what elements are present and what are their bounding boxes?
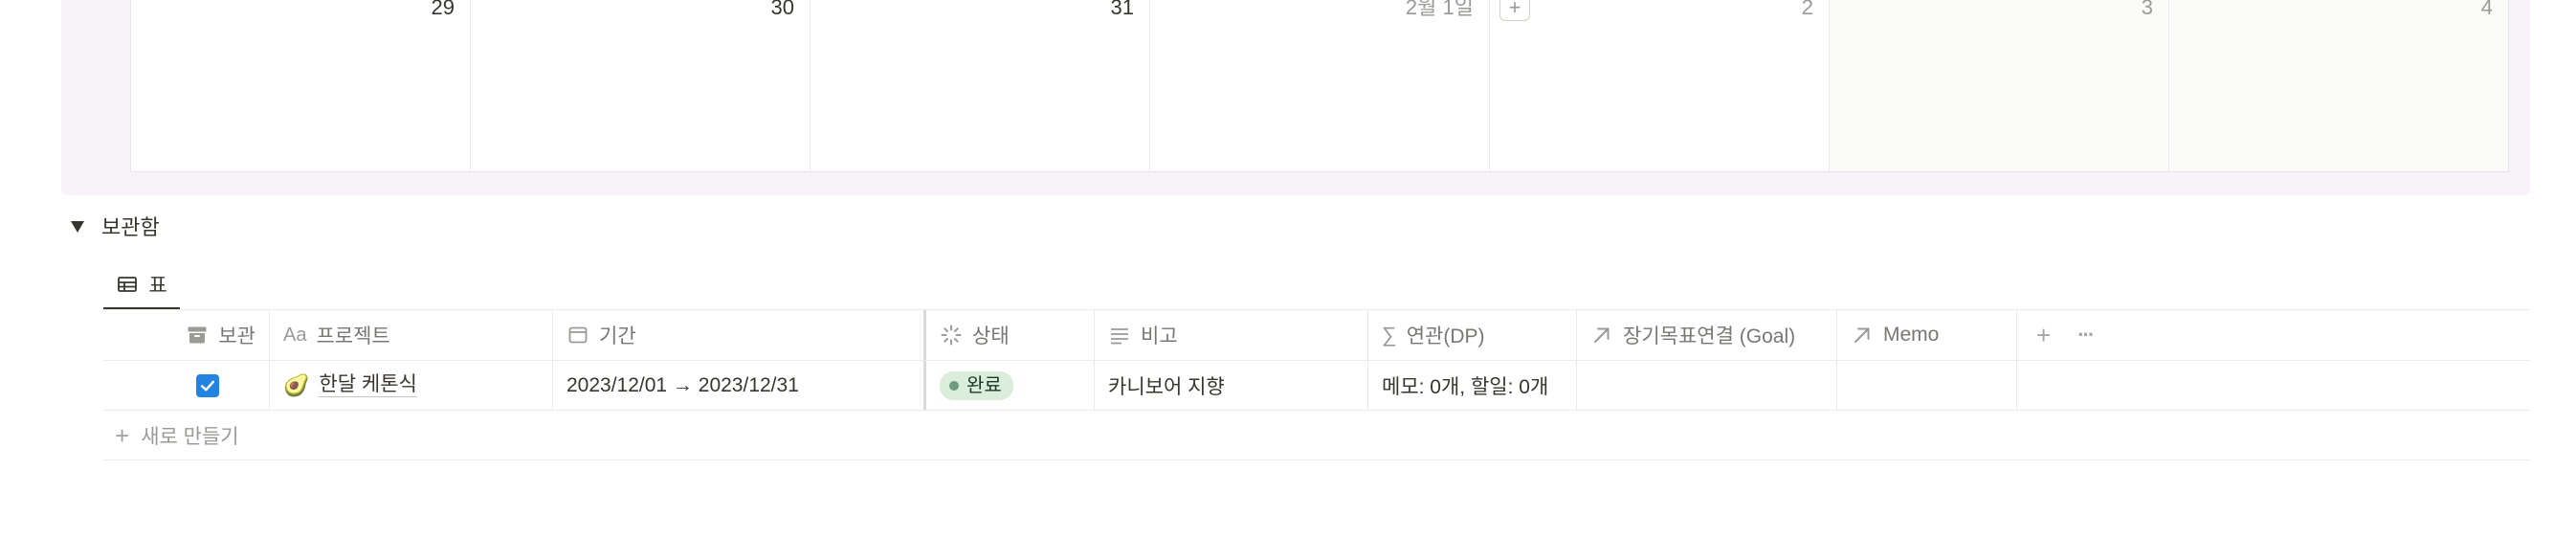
table-row[interactable]: 🥑 한달 케톤식 2023/12/01 → 2023/12/31 완료 카니보어… (103, 361, 2530, 411)
calendar-day-number: 4 (2480, 0, 2493, 19)
column-header-label: 비고 (1141, 325, 1178, 347)
column-header-label: 상태 (972, 325, 1010, 347)
calendar-day-feb-1[interactable]: 2월 1일 (1150, 0, 1490, 171)
cell-note[interactable]: 카니보어 지향 (1095, 361, 1368, 410)
related-value: 메모: 0개, 할일: 0개 (1382, 375, 1549, 398)
table-icon (116, 273, 139, 296)
calendar-add-event-button[interactable]: + (1499, 0, 1530, 21)
arrow-up-right-icon (1590, 324, 1613, 347)
calendar-day-feb-2[interactable]: + 2 (1490, 0, 1830, 171)
column-header-project[interactable]: Aa 프로젝트 (270, 310, 553, 360)
project-title[interactable]: 한달 케톤식 (319, 373, 417, 397)
column-header-label: Memo (1883, 324, 1940, 346)
column-header-label: 보관 (218, 325, 255, 347)
calendar-day-number: 2월 1일 (1405, 0, 1474, 19)
calendar-day-31[interactable]: 31 (811, 0, 1150, 171)
status-label: 완료 (966, 374, 1002, 396)
cell-empty (2017, 361, 2530, 410)
sigma-icon: ∑ (1382, 323, 1397, 347)
cell-archive[interactable] (103, 361, 270, 410)
column-header-label: 장기목표연결 (Goal) (1623, 325, 1796, 347)
cell-memo[interactable] (1837, 361, 2017, 410)
view-tab-table[interactable]: 표 (103, 260, 180, 310)
column-header-goal[interactable]: 장기목표연결 (Goal) (1577, 310, 1837, 360)
cell-status[interactable]: 완료 (926, 361, 1095, 410)
column-header-label: 연관(DP) (1406, 325, 1485, 347)
cell-project[interactable]: 🥑 한달 케톤식 (270, 361, 553, 410)
period-value: 2023/12/01 → 2023/12/31 (566, 373, 799, 396)
new-row-label: 새로 만들기 (141, 425, 239, 448)
column-header-period[interactable]: 기간 (553, 310, 926, 360)
calendar-day-29[interactable]: 29 (131, 0, 471, 171)
column-header-label: 프로젝트 (316, 325, 390, 347)
status-badge: 완료 (940, 370, 1013, 400)
cell-goal[interactable] (1577, 361, 1837, 410)
calendar-week-row: 29 30 31 2월 1일 + 2 3 4 (130, 0, 2509, 172)
column-header-note[interactable]: 비고 (1095, 310, 1368, 360)
status-dot-icon (949, 380, 959, 391)
archive-checkbox[interactable] (196, 373, 219, 397)
column-header-label: 기간 (599, 325, 636, 347)
avocado-emoji-icon: 🥑 (283, 372, 310, 397)
view-tab-label: 표 (148, 274, 167, 297)
calendar-day-number: 31 (1110, 0, 1134, 19)
new-row-button[interactable]: + 새로 만들기 (103, 411, 2530, 460)
column-header-archive[interactable]: 보관 (103, 310, 270, 360)
toggle-triangle-icon[interactable] (71, 221, 84, 233)
lines-icon (1108, 324, 1131, 347)
add-column-button[interactable]: + (2036, 323, 2051, 347)
status-spinner-icon (940, 324, 963, 347)
calendar-day-number: 2 (1801, 0, 1813, 19)
calendar-day-number: 30 (770, 0, 794, 19)
table-header-row: 보관 Aa 프로젝트 기간 상태 비고 ∑ 연관(DP) 장기목표연결 (Goa… (103, 310, 2530, 361)
column-header-status[interactable]: 상태 (926, 310, 1095, 360)
calendar-day-feb-4[interactable]: 4 (2169, 0, 2508, 171)
calendar-day-feb-3[interactable]: 3 (1830, 0, 2169, 171)
arrow-up-right-icon (1851, 324, 1874, 347)
calendar-icon (566, 324, 589, 347)
calendar-section: 29 30 31 2월 1일 + 2 3 4 (61, 0, 2530, 195)
calendar-day-number: 29 (431, 0, 455, 19)
calendar-day-30[interactable]: 30 (471, 0, 811, 171)
toggle-title: 보관함 (101, 215, 160, 239)
column-header-memo[interactable]: Memo (1837, 310, 2017, 360)
archive-toggle[interactable]: 보관함 (71, 211, 160, 241)
cell-period[interactable]: 2023/12/01 → 2023/12/31 (553, 361, 926, 410)
archive-icon (186, 324, 209, 347)
column-actions: + ··· (2017, 310, 2530, 360)
column-header-related[interactable]: ∑ 연관(DP) (1368, 310, 1577, 360)
calendar-day-number: 3 (2141, 0, 2153, 19)
checkmark-icon (200, 380, 215, 391)
more-options-button[interactable]: ··· (2077, 325, 2095, 346)
plus-icon: + (115, 420, 130, 450)
text-aa-icon: Aa (283, 324, 307, 346)
database-table: 보관 Aa 프로젝트 기간 상태 비고 ∑ 연관(DP) 장기목표연결 (Goa… (103, 310, 2530, 460)
note-value: 카니보어 지향 (1108, 375, 1225, 398)
cell-related[interactable]: 메모: 0개, 할일: 0개 (1368, 361, 1577, 410)
